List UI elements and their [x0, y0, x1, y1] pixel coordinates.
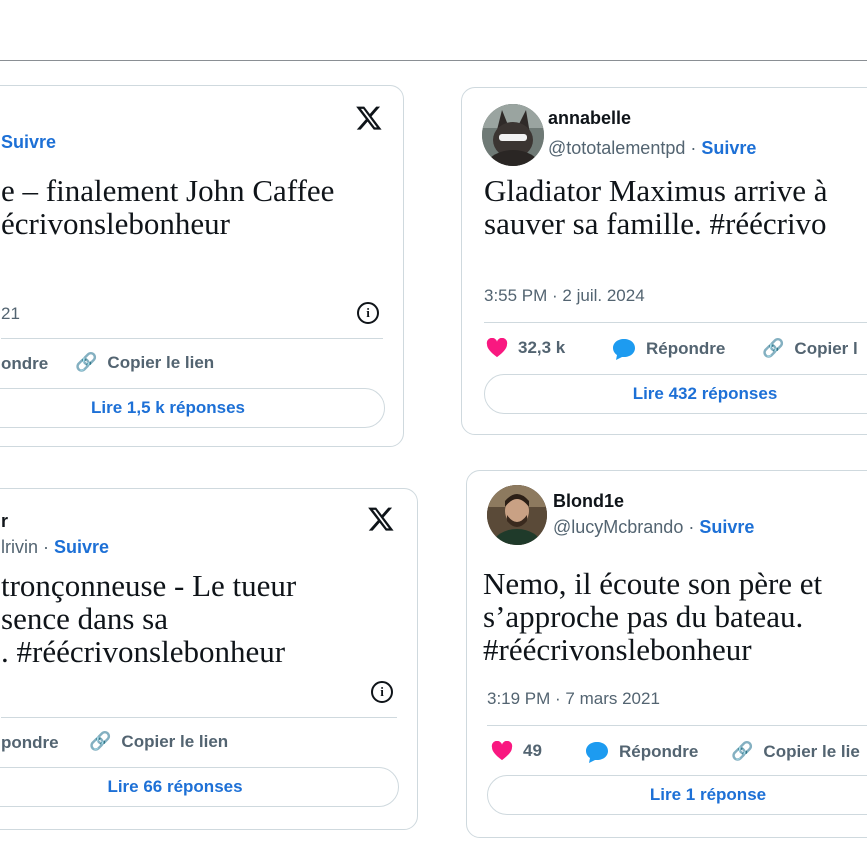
reply-button[interactable]: Répondre — [612, 338, 725, 360]
tweet-text: Gladiator Maximus arrive à sauver sa fam… — [484, 173, 828, 241]
copy-link-button[interactable]: 🔗 Copier l — [762, 338, 858, 359]
tweet-card-1: Suivre e – finalement John Caffee écrivo… — [0, 85, 404, 447]
top-divider — [0, 60, 867, 61]
reply-button[interactable]: Répondre — [585, 741, 698, 763]
read-replies-button[interactable]: Lire 1 réponse — [487, 775, 867, 815]
heart-icon — [491, 741, 513, 761]
divider — [1, 717, 397, 718]
read-replies-button[interactable]: Lire 66 réponses — [0, 767, 399, 807]
divider — [487, 725, 867, 726]
tweet-card-4: Blond1e @lucyMcbrando · Suivre Nemo, il … — [466, 470, 867, 838]
like-button[interactable]: 49 — [491, 741, 542, 761]
divider — [484, 322, 867, 323]
copy-link-button[interactable]: 🔗 Copier le lie — [731, 741, 860, 762]
tweet-time[interactable]: 3:55 PM · 2 juil. 2024 — [484, 286, 645, 306]
avatar[interactable] — [487, 485, 547, 545]
tweet-text: Nemo, il écoute son père et s’approche p… — [483, 566, 823, 667]
author-name[interactable]: annabelle — [548, 108, 631, 129]
divider — [1, 338, 383, 339]
info-icon[interactable]: i — [371, 681, 393, 703]
tweet-text: tronçonneuse - Le tueur sence dans sa . … — [1, 568, 297, 669]
x-logo-icon[interactable] — [367, 505, 395, 533]
author-handle[interactable]: @lucyMcbrando · Suivre — [553, 517, 754, 538]
tweet-text: e – finalement John Caffee écrivonslebon… — [1, 173, 335, 241]
tweet-time[interactable]: 21 — [1, 304, 20, 324]
follow-link[interactable]: Suivre — [701, 138, 756, 158]
author-name[interactable]: r — [1, 511, 8, 532]
copy-link-button[interactable]: 🔗 Copier le lien — [89, 731, 228, 752]
link-icon: 🔗 — [762, 338, 785, 358]
follow-link[interactable]: Suivre — [54, 537, 109, 557]
avatar[interactable] — [482, 104, 544, 166]
reply-button[interactable]: ondre — [1, 354, 48, 374]
link-icon: 🔗 — [75, 352, 98, 372]
link-icon: 🔗 — [731, 741, 754, 761]
tweet-card-3: r lrivin · Suivre tronçonneuse - Le tueu… — [0, 488, 418, 830]
reply-button[interactable]: pondre — [1, 733, 59, 753]
copy-link-button[interactable]: 🔗 Copier le lien — [75, 352, 214, 373]
reply-bubble-icon — [613, 339, 635, 360]
follow-link[interactable]: Suivre — [1, 132, 56, 153]
x-logo-icon[interactable] — [355, 104, 383, 132]
reply-bubble-icon — [586, 742, 608, 763]
author-handle[interactable]: lrivin · Suivre — [1, 537, 109, 558]
author-handle[interactable]: @tototalementpd · Suivre — [548, 138, 756, 159]
info-icon[interactable]: i — [357, 302, 379, 324]
follow-link[interactable]: Suivre — [699, 517, 754, 537]
link-icon: 🔗 — [89, 731, 112, 751]
read-replies-button[interactable]: Lire 432 réponses — [484, 374, 867, 414]
like-button[interactable]: 32,3 k — [486, 338, 565, 358]
heart-icon — [486, 338, 508, 358]
read-replies-button[interactable]: Lire 1,5 k réponses — [0, 388, 385, 428]
author-name[interactable]: Blond1e — [553, 491, 624, 512]
tweet-card-2: annabelle @tototalementpd · Suivre Gladi… — [461, 87, 867, 435]
tweet-time[interactable]: 3:19 PM · 7 mars 2021 — [487, 689, 660, 709]
